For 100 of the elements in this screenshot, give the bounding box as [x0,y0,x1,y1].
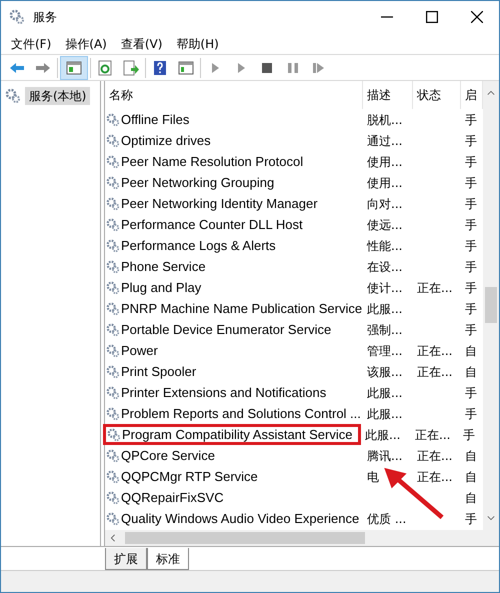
service-icon [106,196,120,210]
startup-cell: 手 [465,218,477,232]
startup-cell: 手 [465,134,477,148]
service-icon [106,218,120,232]
service-icon [106,364,120,378]
scroll-thumb[interactable] [125,532,365,544]
startup-cell: 自 [465,344,477,358]
service-name: PNRP Machine Name Publication Service [121,300,362,318]
scroll-up-icon[interactable] [487,89,495,97]
startup-cell: 手 [465,154,477,169]
startup-cell: 手 [465,302,477,316]
scroll-left-icon[interactable] [109,534,117,542]
menu-item[interactable]: 文件(F) [7,34,56,52]
menu-item[interactable]: 查看(V) [116,34,166,52]
description-cell: 使用... [367,176,402,190]
description-cell: 脱机... [367,112,402,127]
scroll-down-icon[interactable] [487,514,495,522]
description-cell: 该服... [367,364,402,379]
maximize-icon [426,11,438,23]
service-name: QPCore Service [121,446,215,465]
service-name: Plug and Play [121,278,202,297]
service-name: Optimize drives [121,132,211,150]
description-cell: 此服... [367,386,402,400]
service-icon [106,302,120,316]
description-cell: 此服... [367,406,402,421]
status-cell: 正在... [417,344,452,358]
startup-cell: 自 [465,364,477,379]
description-cell: 在设... [367,260,402,274]
service-name: Print Spooler [121,362,196,381]
startup-cell: 手 [465,196,477,211]
service-icon [106,112,120,126]
column-header[interactable]: 描述 [363,81,413,109]
description-cell: 强制... [367,322,402,337]
service-name: Problem Reports and Solutions Control ... [121,404,361,423]
description-cell: 使用... [367,154,402,169]
service-icon [106,280,120,294]
service-name: Program Compatibility Assistant Service [122,426,352,444]
console-tree-button[interactable] [60,56,88,80]
close-icon [470,11,482,23]
app-icon [9,9,25,25]
service-name: Performance Logs & Alerts [121,236,276,255]
horizontal-scrollbar[interactable] [105,530,499,546]
service-name: QQPCMgr RTP Service [121,468,258,486]
startup-cell: 手 [463,428,475,442]
vertical-scrollbar[interactable] [483,81,499,530]
service-name: Quality Windows Audio Video Experience [121,510,360,528]
column-header[interactable]: 名称 [105,81,363,109]
description-cell: 向对... [367,196,402,211]
startup-cell: 手 [465,238,477,253]
description-cell: 性能... [367,238,402,253]
service-name: Peer Name Resolution Protocol [121,152,304,171]
window-title: 服务 [33,9,57,26]
startup-cell: 手 [465,386,477,400]
view-tab[interactable]: 标准 [147,548,189,570]
service-icon [106,512,120,526]
startup-cell: 自 [465,490,477,505]
service-icon [106,490,120,504]
startup-cell: 手 [465,322,477,337]
description-cell: 管理... [367,344,402,358]
description-cell: 此服... [367,302,402,316]
service-icon [106,260,120,274]
description-cell: 电 [367,470,379,484]
startup-cell: 手 [465,406,477,421]
scroll-thumb[interactable] [485,287,497,323]
column-header[interactable]: 状态 [413,81,461,109]
service-name: Peer Networking Identity Manager [121,194,318,213]
service-icon [106,470,120,484]
service-name: Offline Files [121,110,190,129]
tree-item[interactable]: 服务(本地) [25,87,90,105]
startup-cell: 自 [465,448,477,463]
service-name: QQRepairFixSVC [121,488,224,507]
menu-item[interactable]: 帮助(H) [172,34,223,52]
description-cell: 使计... [367,280,402,295]
status-cell: 正在... [415,428,450,442]
status-cell: 正在... [417,280,452,295]
startup-cell: 手 [465,260,477,274]
service-name: Performance Counter DLL Host [121,216,303,234]
service-icon [107,428,121,442]
view-tab[interactable]: 扩展 [105,548,147,570]
status-cell: 正在... [417,448,452,463]
gear-icon [5,88,21,104]
service-icon [106,176,120,190]
service-name: Printer Extensions and Notifications [121,384,326,402]
description-cell: 腾讯... [367,448,402,463]
service-icon [106,386,120,400]
service-icon [106,322,120,336]
description-cell: 优质 ... [367,512,406,526]
window-pane-icon [66,60,82,76]
description-cell: 此服... [365,428,400,442]
service-icon [106,154,120,168]
service-icon [106,448,120,462]
startup-cell: 手 [465,512,477,526]
status-cell: 正在... [417,364,452,379]
service-name: Portable Device Enumerator Service [121,320,332,339]
startup-cell: 手 [465,176,477,190]
service-icon [106,344,120,358]
description-cell: 使远... [367,218,402,232]
startup-cell: 手 [465,280,477,295]
menu-item[interactable]: 操作(A) [61,34,111,52]
service-name: Phone Service [121,258,206,276]
